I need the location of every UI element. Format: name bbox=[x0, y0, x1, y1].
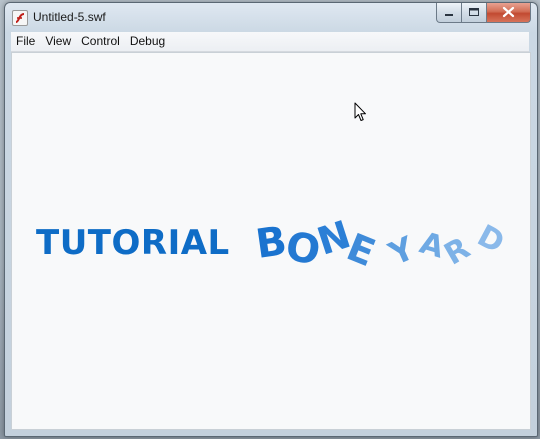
boneyard-letter: Y bbox=[383, 228, 420, 274]
close-button[interactable] bbox=[487, 3, 531, 23]
menu-control[interactable]: Control bbox=[76, 32, 125, 51]
arrow-cursor-icon bbox=[354, 102, 366, 121]
minimize-button[interactable] bbox=[436, 3, 462, 23]
menu-file[interactable]: File bbox=[11, 32, 40, 51]
close-icon bbox=[502, 6, 515, 18]
minimize-icon bbox=[445, 14, 453, 16]
menu-debug[interactable]: Debug bbox=[125, 32, 170, 51]
maximize-button[interactable] bbox=[462, 3, 487, 23]
boneyard-letter: R bbox=[438, 230, 477, 273]
menu-bar: File View Control Debug bbox=[11, 32, 529, 52]
window-title: Untitled-5.swf bbox=[33, 10, 106, 24]
boneyard-letter: D bbox=[471, 218, 510, 261]
title-bar[interactable]: Untitled-5.swf bbox=[5, 3, 537, 31]
swf-stage[interactable]: TUTORIAL B O N E Y A R D bbox=[11, 52, 531, 430]
flash-player-icon[interactable] bbox=[12, 10, 28, 26]
maximize-icon bbox=[469, 8, 479, 16]
boneyard-logo: B O N E Y A R D bbox=[12, 53, 530, 429]
window-controls bbox=[436, 3, 531, 23]
flash-player-window: Untitled-5.swf File View Control Debug T… bbox=[4, 2, 538, 437]
menu-view[interactable]: View bbox=[40, 32, 76, 51]
